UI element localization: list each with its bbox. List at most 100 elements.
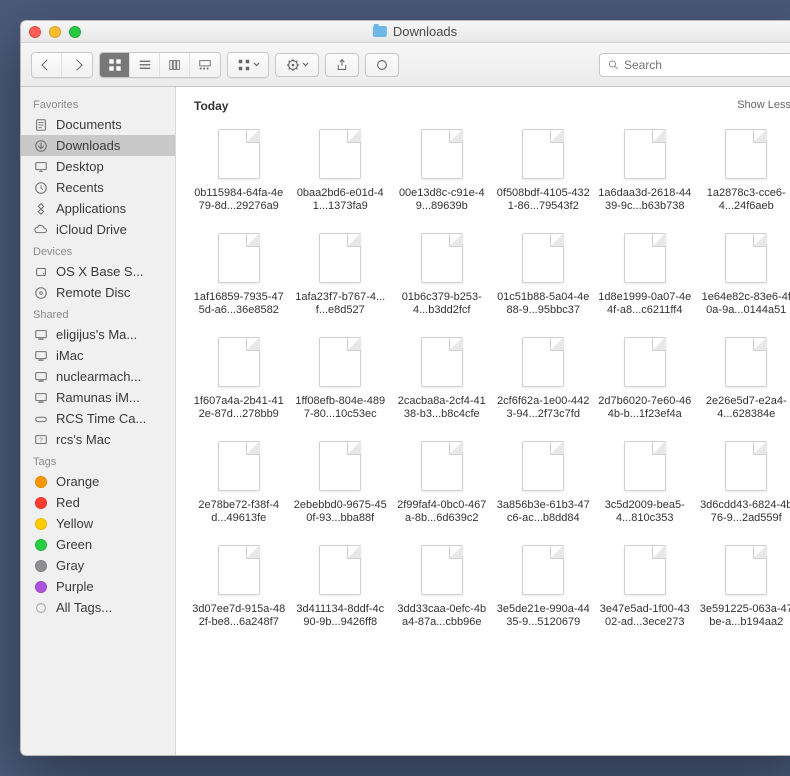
forward-button[interactable] [62,53,92,77]
file-item[interactable]: 3dd33caa-0efc-4ba4-87a...cbb96e [393,537,491,633]
sidebar-item-purple[interactable]: Purple [21,576,175,597]
file-item[interactable]: 00e13d8c-c91e-49...89639b [393,121,491,217]
column-view-button[interactable] [160,53,190,77]
search-input[interactable] [624,58,790,72]
sidebar-item-rcs-s-mac[interactable]: ?rcs's Mac [21,429,175,450]
file-item[interactable]: 0baa2bd6-e01d-41...1373fa9 [292,121,390,217]
file-icon [413,125,471,183]
file-item[interactable]: 2ebebbd0-9675-450f-93...bba88f [292,433,390,529]
sidebar-item-all-tags[interactable]: All Tags... [21,597,175,618]
sidebar-item-red[interactable]: Red [21,492,175,513]
sidebar-icon [33,139,49,153]
file-name: 2cf6f62a-1e00-4423-94...2f73c7fd [497,395,591,421]
file-item[interactable]: 3c5d2009-bea5-4...810c353 [596,433,694,529]
sidebar-item-yellow[interactable]: Yellow [21,513,175,534]
file-name: 2d7b6020-7e60-464b-b...1f23ef4a [598,395,692,421]
file-item[interactable]: 1afa23f7-b767-4...f...e8d527 [292,225,390,321]
file-item[interactable]: 3d07ee7d-915a-482f-be8...6a248f7 [190,537,288,633]
sidebar-item-documents[interactable]: Documents [21,114,175,135]
file-item[interactable]: 2e26e5d7-e2a4-4...628384e [698,329,790,425]
sidebar-item-desktop[interactable]: Desktop [21,156,175,177]
file-name: 3a856b3e-61b3-47c6-ac...b8dd84 [497,499,591,525]
sidebar-item-os-x-base-s[interactable]: OS X Base S... [21,261,175,282]
file-item[interactable]: 3a856b3e-61b3-47c6-ac...b8dd84 [495,433,593,529]
file-name: 3d411134-8ddf-4c90-9b...9426ff8 [294,603,388,629]
search-box[interactable] [599,53,790,77]
show-less-button[interactable]: Show Less [737,99,790,113]
titlebar[interactable]: Downloads [21,21,790,43]
file-item[interactable]: 0f508bdf-4105-4321-86...79543f2 [495,121,593,217]
sidebar-item-eligijus-s-ma[interactable]: eligijus's Ma... [21,324,175,345]
file-name: 1e64e82c-83e6-4f0a-9a...0144a51 [700,291,790,317]
sidebar-item-gray[interactable]: Gray [21,555,175,576]
sidebar-item-downloads[interactable]: Downloads [21,135,175,156]
arrange-button[interactable] [228,53,268,77]
file-name: 3e5de21e-990a-4435-9...5120679 [497,603,591,629]
file-item[interactable]: 3d6cdd43-6824-4b76-9...2ad559f [698,433,790,529]
file-item[interactable]: 3e591225-063a-47be-a...b194aa2 [698,537,790,633]
share-button[interactable] [325,53,359,77]
traffic-lights [29,26,81,38]
file-item[interactable]: 1ff08efb-804e-4897-80...10c53ec [292,329,390,425]
sidebar-icon [33,370,49,384]
file-item[interactable]: 1f607a4a-2b41-412e-87d...278bb9 [190,329,288,425]
sidebar-item-label: OS X Base S... [56,264,143,279]
sidebar-item-orange[interactable]: Orange [21,471,175,492]
sidebar-item-ramunas-im[interactable]: Ramunas iM... [21,387,175,408]
gallery-view-button[interactable] [190,53,220,77]
file-item[interactable]: 01b6c379-b253-4...b3dd2fcf [393,225,491,321]
minimize-button[interactable] [49,26,61,38]
file-item[interactable]: 1d8e1999-0a07-4e4f-a8...c6211ff4 [596,225,694,321]
tag-icon [33,496,49,510]
list-view-button[interactable] [130,53,160,77]
sidebar-icon: ? [33,433,49,447]
file-item[interactable]: 1a2878c3-cce6-4...24f6aeb [698,121,790,217]
sidebar-item-icloud-drive[interactable]: iCloud Drive [21,219,175,240]
file-item[interactable]: 3e5de21e-990a-4435-9...5120679 [495,537,593,633]
sidebar-item-applications[interactable]: Applications [21,198,175,219]
sidebar-item-nuclearmach[interactable]: nuclearmach... [21,366,175,387]
action-button[interactable] [275,53,319,77]
sidebar-icon [33,181,49,195]
tags-button[interactable] [365,53,399,77]
sidebar-icon [33,118,49,132]
file-item[interactable]: 2e78be72-f38f-4d...49613fe [190,433,288,529]
sidebar-item-label: Downloads [56,138,120,153]
file-name: 01b6c379-b253-4...b3dd2fcf [395,291,489,317]
sidebar-section-header: Tags [21,450,175,471]
file-icon [514,541,572,599]
sidebar-item-green[interactable]: Green [21,534,175,555]
file-name: 00e13d8c-c91e-49...89639b [395,187,489,213]
file-item[interactable]: 2f99faf4-0bc0-467a-8b...6d639c2 [393,433,491,529]
close-button[interactable] [29,26,41,38]
file-name: 01c51b88-5a04-4e88-9...95bbc37 [497,291,591,317]
file-item[interactable]: 3e47e5ad-1f00-4302-ad...3ece273 [596,537,694,633]
file-name: 3e47e5ad-1f00-4302-ad...3ece273 [598,603,692,629]
file-name: 3e591225-063a-47be-a...b194aa2 [700,603,790,629]
file-icon [210,437,268,495]
view-switcher [99,52,221,78]
sidebar-item-label: Ramunas iM... [56,390,140,405]
file-item[interactable]: 2d7b6020-7e60-464b-b...1f23ef4a [596,329,694,425]
file-name: 2e78be72-f38f-4d...49613fe [192,499,286,525]
file-item[interactable]: 2cf6f62a-1e00-4423-94...2f73c7fd [495,329,593,425]
sidebar-item-label: Documents [56,117,122,132]
sidebar: FavoritesDocumentsDownloadsDesktopRecent… [21,87,176,755]
file-item[interactable]: 0b115984-64fa-4e79-8d...29276a9 [190,121,288,217]
file-item[interactable]: 01c51b88-5a04-4e88-9...95bbc37 [495,225,593,321]
back-button[interactable] [32,53,62,77]
file-item[interactable]: 1a6daa3d-2618-4439-9c...b63b738 [596,121,694,217]
file-item[interactable]: 1e64e82c-83e6-4f0a-9a...0144a51 [698,225,790,321]
file-icon [717,125,775,183]
file-icon [616,333,674,391]
icon-view-button[interactable] [100,53,130,77]
maximize-button[interactable] [69,26,81,38]
sidebar-item-recents[interactable]: Recents [21,177,175,198]
sidebar-item-remote-disc[interactable]: Remote Disc [21,282,175,303]
sidebar-item-rcs-time-ca[interactable]: RCS Time Ca... [21,408,175,429]
sidebar-item-imac[interactable]: iMac [21,345,175,366]
sidebar-item-label: Gray [56,558,84,573]
file-item[interactable]: 1af16859-7935-475d-a6...36e8582 [190,225,288,321]
file-item[interactable]: 3d411134-8ddf-4c90-9b...9426ff8 [292,537,390,633]
file-item[interactable]: 2cacba8a-2cf4-4138-b3...b8c4cfe [393,329,491,425]
